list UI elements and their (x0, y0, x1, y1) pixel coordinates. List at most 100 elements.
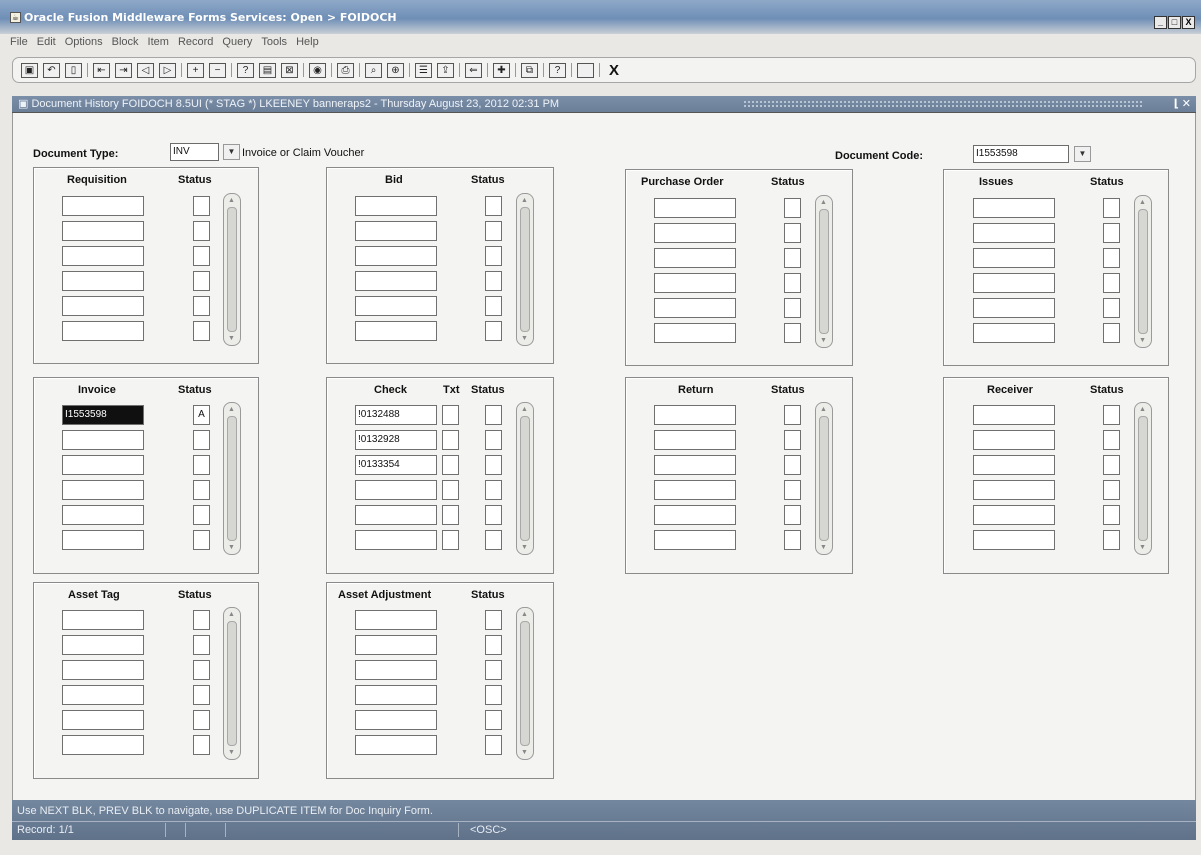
purchase-order-field[interactable] (654, 298, 736, 318)
scroll-down-icon[interactable]: ▼ (820, 337, 827, 344)
check-field[interactable] (355, 480, 437, 500)
check-txt-field[interactable] (442, 480, 459, 500)
invoice-status-field[interactable]: A (193, 405, 210, 425)
purchase-order-scrollbar[interactable]: ▲ ▼ (815, 195, 833, 348)
check-txt-field[interactable] (442, 505, 459, 525)
navigate-icon[interactable]: ✚ (493, 62, 510, 78)
invoice-field[interactable]: I1553598 (62, 405, 144, 425)
purchase-order-status-field[interactable] (784, 223, 801, 243)
asset-tag-status-field[interactable] (193, 735, 210, 755)
issues-field[interactable] (973, 248, 1055, 268)
purchase-order-field[interactable] (654, 248, 736, 268)
exit-icon[interactable]: ⇐ (465, 62, 482, 78)
scroll-down-icon[interactable]: ▼ (1139, 337, 1146, 344)
clear-icon[interactable]: ⊕ (387, 62, 404, 78)
issues-field[interactable] (973, 223, 1055, 243)
scroll-up-icon[interactable]: ▲ (820, 406, 827, 413)
scroll-thumb[interactable] (520, 621, 530, 746)
print-icon[interactable]: ▯ (65, 62, 82, 78)
check-txt-field[interactable] (442, 405, 459, 425)
minimize-button[interactable]: _ (1154, 16, 1167, 29)
invoice-field[interactable] (62, 430, 144, 450)
asset-adjustment-scrollbar[interactable]: ▲ ▼ (516, 607, 534, 760)
scroll-thumb[interactable] (1138, 416, 1148, 541)
receiver-status-field[interactable] (1103, 430, 1120, 450)
invoice-status-field[interactable] (193, 530, 210, 550)
enter-query-icon[interactable]: ? (237, 62, 254, 78)
asset-adjustment-status-field[interactable] (485, 635, 502, 655)
bid-status-field[interactable] (485, 271, 502, 291)
search-icon[interactable]: ⌕ (365, 62, 382, 78)
requisition-field[interactable] (62, 296, 144, 316)
scroll-up-icon[interactable]: ▲ (820, 199, 827, 206)
bid-status-field[interactable] (485, 221, 502, 241)
asset-tag-scrollbar[interactable]: ▲ ▼ (223, 607, 241, 760)
scroll-up-icon[interactable]: ▲ (228, 406, 235, 413)
asset-tag-status-field[interactable] (193, 610, 210, 630)
help-icon[interactable]: ? (549, 62, 566, 78)
previous-block-icon[interactable]: ⇤ (93, 62, 110, 78)
scroll-up-icon[interactable]: ▲ (1139, 199, 1146, 206)
asset-tag-field[interactable] (62, 735, 144, 755)
bid-field[interactable] (355, 271, 437, 291)
scroll-down-icon[interactable]: ▼ (228, 749, 235, 756)
purchase-order-field[interactable] (654, 223, 736, 243)
insert-record-icon[interactable]: + (187, 62, 204, 78)
return-field[interactable] (654, 480, 736, 500)
next-block-icon[interactable]: ⇥ (115, 62, 132, 78)
purchase-order-status-field[interactable] (784, 198, 801, 218)
receiver-field[interactable] (973, 505, 1055, 525)
bid-status-field[interactable] (485, 321, 502, 341)
receiver-status-field[interactable] (1103, 480, 1120, 500)
asset-adjustment-field[interactable] (355, 685, 437, 705)
return-status-field[interactable] (784, 505, 801, 525)
scroll-thumb[interactable] (819, 209, 829, 334)
check-status-field[interactable] (485, 505, 502, 525)
close-button[interactable]: X (1182, 16, 1195, 29)
return-status-field[interactable] (784, 455, 801, 475)
purchase-order-field[interactable] (654, 273, 736, 293)
check-txt-field[interactable] (442, 530, 459, 550)
asset-adjustment-field[interactable] (355, 735, 437, 755)
scroll-down-icon[interactable]: ▼ (521, 335, 528, 342)
document-type-field[interactable]: INV (170, 143, 219, 161)
cancel-query-icon[interactable]: ⊠ (281, 62, 298, 78)
document-code-dropdown-icon[interactable]: ▼ (1074, 146, 1091, 162)
invoice-field[interactable] (62, 455, 144, 475)
requisition-scrollbar[interactable]: ▲ ▼ (223, 193, 241, 346)
asset-tag-field[interactable] (62, 710, 144, 730)
menu-record[interactable]: Record (178, 36, 213, 53)
window-icon[interactable]: ⧉ (521, 62, 538, 78)
asset-adjustment-status-field[interactable] (485, 735, 502, 755)
scroll-up-icon[interactable]: ▲ (228, 611, 235, 618)
asset-adjustment-status-field[interactable] (485, 685, 502, 705)
issues-status-field[interactable] (1103, 298, 1120, 318)
save-icon[interactable]: ▣ (21, 62, 38, 78)
asset-adjustment-field[interactable] (355, 635, 437, 655)
purchase-order-status-field[interactable] (784, 323, 801, 343)
scroll-up-icon[interactable]: ▲ (521, 197, 528, 204)
requisition-status-field[interactable] (193, 296, 210, 316)
scroll-thumb[interactable] (520, 416, 530, 541)
issues-status-field[interactable] (1103, 323, 1120, 343)
menu-item[interactable]: Item (148, 36, 169, 53)
bid-field[interactable] (355, 221, 437, 241)
document-type-dropdown-icon[interactable]: ▼ (223, 144, 240, 160)
previous-record-icon[interactable]: ◁ (137, 62, 154, 78)
menu-edit[interactable]: Edit (37, 36, 56, 53)
menu-options[interactable]: Options (65, 36, 103, 53)
requisition-status-field[interactable] (193, 321, 210, 341)
issues-scrollbar[interactable]: ▲ ▼ (1134, 195, 1152, 348)
return-status-field[interactable] (784, 430, 801, 450)
check-status-field[interactable] (485, 430, 502, 450)
asset-tag-field[interactable] (62, 635, 144, 655)
purchase-order-status-field[interactable] (784, 248, 801, 268)
requisition-field[interactable] (62, 321, 144, 341)
scroll-down-icon[interactable]: ▼ (521, 749, 528, 756)
check-field[interactable]: !0133354 (355, 455, 437, 475)
return-status-field[interactable] (784, 530, 801, 550)
return-field[interactable] (654, 405, 736, 425)
exit-button[interactable]: X (609, 62, 619, 79)
check-field[interactable]: !0132928 (355, 430, 437, 450)
remove-record-icon[interactable]: − (209, 62, 226, 78)
